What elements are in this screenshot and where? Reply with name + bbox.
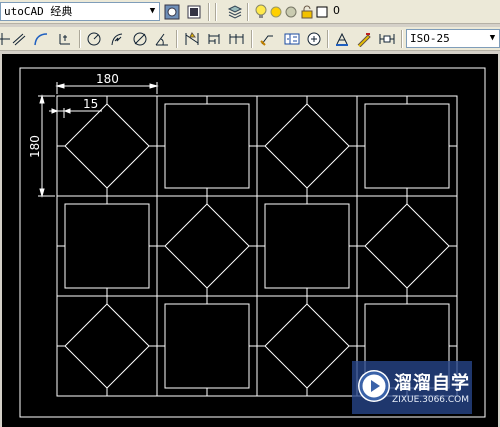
toolbar-separator [215,3,217,21]
toolbar-separator [327,30,329,48]
square-panel [264,203,350,289]
center-mark-icon[interactable] [305,30,323,48]
layer-properties-icon[interactable] [226,3,244,21]
workspace-settings-icon[interactable] [163,3,181,21]
toolbar-separator [247,3,249,21]
tolerance-icon[interactable] [283,30,301,48]
diameter-icon[interactable] [131,30,149,48]
horizontal-dimension-text: 180 [96,72,119,86]
angular-icon[interactable] [153,30,171,48]
diamond-panel [164,203,250,289]
chevron-down-icon: ▼ [149,6,156,16]
aligned-dimension-icon[interactable] [10,30,28,48]
current-layer-name: 0 [333,4,340,17]
square-panel [364,103,450,189]
watermark: 溜溜自学 ZIXUE.3066.COM [352,361,472,414]
quick-dimension-icon[interactable] [183,30,201,48]
watermark-title: 溜溜自学 [394,373,470,394]
diamond-panel [264,103,350,189]
quick-leader-icon[interactable] [258,30,276,48]
play-logo-icon [358,370,390,402]
workspace-toolbar: utoCAD 经典 ▼ 0 [0,0,500,24]
arc-length-icon[interactable] [32,30,50,48]
dimension-style-value: ISO-25 [410,32,450,45]
baseline-icon[interactable] [205,30,223,48]
toolbar-separator [176,30,178,48]
dimension-style-dropdown[interactable]: ISO-25 ▼ [406,29,500,48]
diamond-panel [64,303,150,389]
toolbar-separator [401,30,403,48]
dimension-update-icon[interactable] [378,30,396,48]
continue-icon[interactable] [228,30,246,48]
workspace-value: utoCAD 经典 [4,5,73,18]
square-panel [164,303,250,389]
watermark-url: ZIXUE.3066.COM [392,395,470,405]
diamond-panel [64,103,150,189]
dimension-text-edit-icon[interactable] [355,30,373,48]
color-swatch-icon[interactable] [313,3,331,21]
toolbar-separator [208,3,210,21]
radius-icon[interactable] [85,30,103,48]
jogged-icon[interactable] [108,30,126,48]
workspace-dropdown[interactable]: utoCAD 经典 ▼ [0,2,160,21]
toolbar-separator [79,30,81,48]
square-panel [164,103,250,189]
diamond-panel [364,203,450,289]
offset-dimension-text: 15 [83,97,98,111]
square-panel [64,203,150,289]
vertical-dimension-text: 180 [28,135,42,158]
diamond-panel [264,303,350,389]
toolbar-separator [251,30,253,48]
ordinate-icon[interactable] [56,30,74,48]
customize-icon[interactable] [185,3,203,21]
dimension-toolbar: ISO-25 ▼ [0,27,500,51]
dimension-edit-icon[interactable] [333,30,351,48]
chevron-down-icon: ▼ [489,33,496,43]
